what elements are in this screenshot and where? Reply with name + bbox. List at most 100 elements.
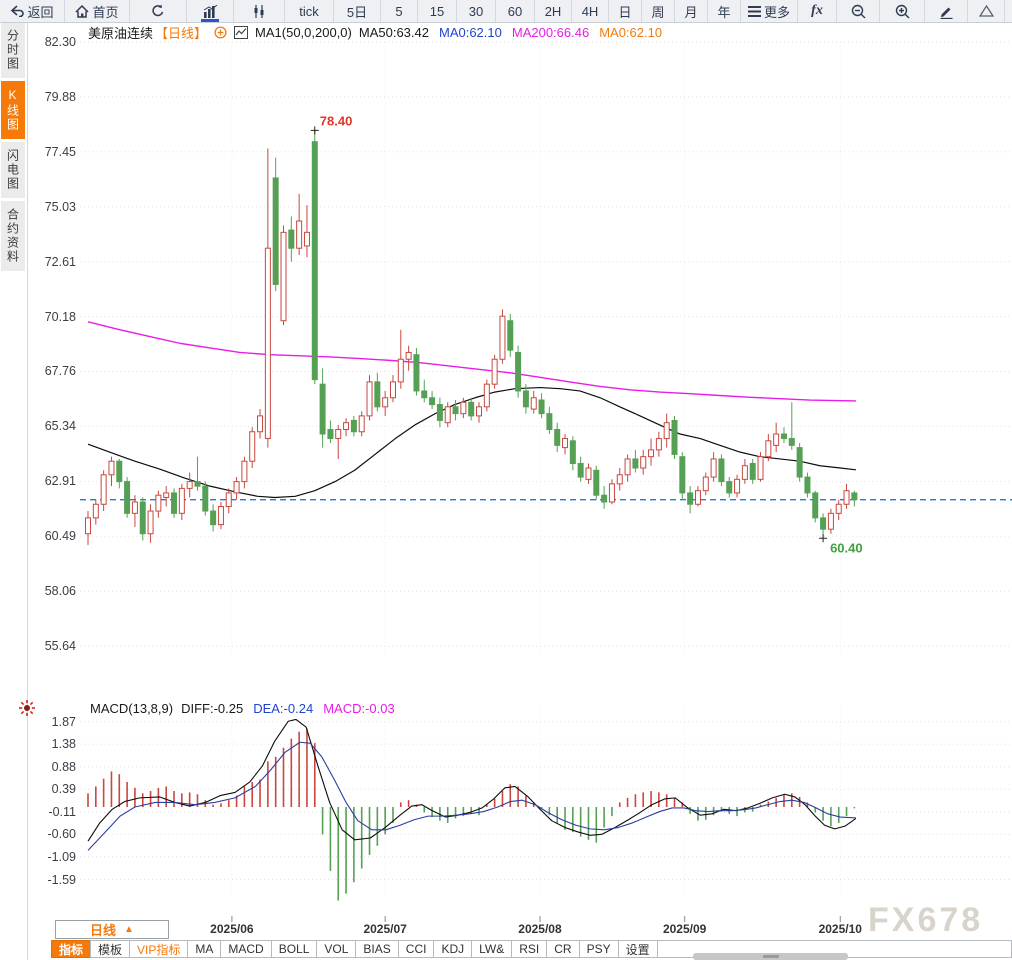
toolbar-item-5[interactable]: 5: [381, 0, 418, 22]
toolbar-item-4H[interactable]: 4H: [572, 0, 609, 22]
macd-axis-label: -1.59: [30, 873, 76, 887]
time-axis-label: 2025/07: [350, 922, 420, 936]
h-scrollbar-thumb[interactable]: [693, 953, 848, 960]
indicator-tab-VOL[interactable]: VOL: [316, 940, 356, 958]
sidebar-tab-contract-info[interactable]: 合约资料: [1, 201, 25, 271]
macd-axis-label: 1.38: [30, 737, 76, 751]
time-axis-label: 2025/09: [650, 922, 720, 936]
price-axis-label: 70.18: [30, 310, 76, 324]
period-dropdown-label: 日线: [90, 920, 116, 939]
toolbar-item-周[interactable]: 周: [642, 0, 675, 22]
chart-type-icon[interactable]: [234, 26, 248, 39]
toolbar-item-zoom-in[interactable]: [880, 0, 925, 22]
toolbar-item-月[interactable]: 月: [675, 0, 708, 22]
toolbar-item-home[interactable]: 首页: [65, 0, 130, 22]
symbol-name: 美原油连续: [88, 23, 153, 42]
toolbar-item-5日[interactable]: 5日: [334, 0, 381, 22]
indicator-tabs: 指标模板VIP指标MAMACDBOLLVOLBIASCCIKDJLW&RSICR…: [30, 940, 1012, 958]
indicator-tab-CR[interactable]: CR: [546, 940, 579, 958]
chart-canvas[interactable]: 78.40 60.40: [0, 0, 1012, 960]
toolbar-item-2H[interactable]: 2H: [535, 0, 572, 22]
toolbar-item-back[interactable]: 返回: [0, 0, 65, 22]
toolbar-item-15[interactable]: 15: [418, 0, 457, 22]
toolbar-item-refresh[interactable]: [130, 0, 187, 22]
toolbar-item-candlestick[interactable]: [234, 0, 285, 22]
price-axis-label: 55.64: [30, 639, 76, 653]
macd-axis-label: -0.11: [30, 805, 76, 819]
time-axis-label: 2025/10: [805, 922, 875, 936]
price-axis-label: 82.30: [30, 35, 76, 49]
time-axis-label: 2025/08: [505, 922, 575, 936]
macd-value: DEA:-0.24: [253, 701, 313, 716]
scrollbar-grip: [763, 955, 779, 958]
price-axis-label: 72.61: [30, 255, 76, 269]
toolbar-item-年[interactable]: 年: [708, 0, 741, 22]
indicator-tab-RSI[interactable]: RSI: [511, 940, 547, 958]
price-axis-label: 58.06: [30, 584, 76, 598]
refresh-icon: [151, 4, 165, 18]
top-toolbar: 返回首页tick5日51530602H4H日周月年更多fx$模拟: [0, 0, 1012, 23]
pencil-icon: [939, 4, 954, 19]
indicator-tab-CCI[interactable]: CCI: [398, 940, 435, 958]
add-indicator-icon[interactable]: [214, 26, 227, 39]
price-axis-label: 77.45: [30, 145, 76, 159]
indicator-tab-MA[interactable]: MA: [187, 940, 221, 958]
indicator-tab-指标[interactable]: 指标: [51, 940, 91, 958]
toolbar-item-menu[interactable]: 更多: [741, 0, 798, 22]
indicator-tab-模板[interactable]: 模板: [90, 940, 130, 958]
period-tag: 【日线】: [155, 23, 207, 42]
ma-value: MA200:66.46: [512, 25, 589, 40]
price-axis-label: 79.88: [30, 90, 76, 104]
toolbar-item-pencil[interactable]: [925, 0, 968, 22]
indicator-tab-MACD[interactable]: MACD: [220, 940, 271, 958]
toolbar-item-bar-chart[interactable]: [187, 0, 234, 22]
indicator-tab-LW&[interactable]: LW&: [471, 940, 512, 958]
macd-value: MACD:-0.03: [323, 701, 395, 716]
svg-text:60.40: 60.40: [830, 540, 863, 555]
home-icon: [75, 5, 89, 18]
period-dropdown[interactable]: 日线 ▲: [55, 920, 169, 939]
ma-value: MA0:62.10: [439, 25, 502, 40]
price-axis-label: 65.34: [30, 419, 76, 433]
sidebar-tab-kline-chart[interactable]: K线图: [1, 81, 25, 139]
macd-axis-label: -1.09: [30, 850, 76, 864]
ma-settings-label: MA1(50,0,200,0): [255, 25, 352, 40]
candlestick-icon: [252, 5, 266, 18]
menu-icon: [748, 6, 761, 17]
trading-app-window: 返回首页tick5日51530602H4H日周月年更多fx$模拟 分时图K线图闪…: [0, 0, 1012, 960]
indicator-tab-BOLL[interactable]: BOLL: [271, 940, 318, 958]
chart-header: 美原油连续【日线】 MA1(50,0,200,0) MA50:63.42 MA0:…: [88, 25, 662, 40]
chevron-up-icon: ▲: [124, 924, 134, 935]
indicator-tab-KDJ[interactable]: KDJ: [433, 940, 472, 958]
svg-text:78.40: 78.40: [320, 113, 353, 128]
sidebar-tab-flash-chart[interactable]: 闪电图: [1, 142, 25, 198]
toolbar-item-60[interactable]: 60: [496, 0, 535, 22]
price-axis-label: 67.76: [30, 364, 76, 378]
price-axis-label: 60.49: [30, 529, 76, 543]
macd-values: DIFF:-0.25DEA:-0.24MACD:-0.03: [181, 701, 395, 716]
toolbar-item-30[interactable]: 30: [457, 0, 496, 22]
price-axis-label: 75.03: [30, 200, 76, 214]
toolbar-item-fx[interactable]: fx: [798, 0, 837, 22]
indicator-tab-设置[interactable]: 设置: [618, 940, 658, 958]
toolbar-item-zoom-out[interactable]: [837, 0, 880, 22]
sidebar-tab-time-chart[interactable]: 分时图: [1, 22, 25, 78]
toolbar-item-triangle-up[interactable]: [968, 0, 1005, 22]
time-axis-label: 2025/06: [197, 922, 267, 936]
indicator-tab-BIAS[interactable]: BIAS: [355, 940, 398, 958]
indicator-tab-PSY[interactable]: PSY: [579, 940, 619, 958]
triangle-up-icon: [979, 5, 994, 17]
left-sidebar: 分时图 K线图闪电图合约资料: [0, 22, 28, 960]
toolbar-item-日[interactable]: 日: [609, 0, 642, 22]
macd-axis-label: -0.60: [30, 827, 76, 841]
ma-value: MA50:63.42: [359, 25, 429, 40]
ma-value: MA0:62.10: [599, 25, 662, 40]
toolbar-item-triangle-down[interactable]: [1005, 0, 1012, 22]
back-icon: [10, 5, 24, 17]
indicator-tab-VIP指标[interactable]: VIP指标: [129, 940, 188, 958]
toolbar-item-tick[interactable]: tick: [285, 0, 334, 22]
selected-underline: [201, 19, 219, 22]
zoom-in-icon: [895, 4, 910, 19]
indicator-settings-icon[interactable]: [17, 698, 37, 718]
macd-axis-label: 0.88: [30, 760, 76, 774]
